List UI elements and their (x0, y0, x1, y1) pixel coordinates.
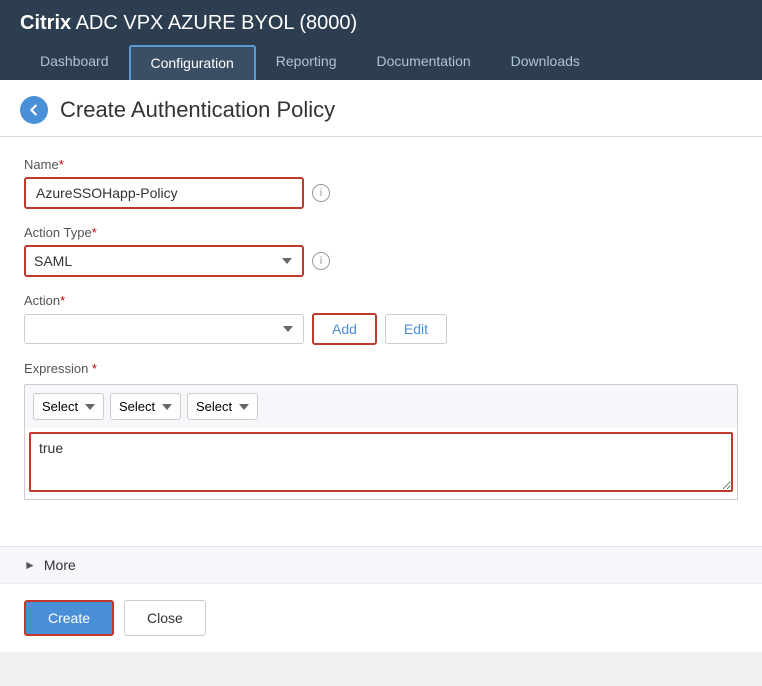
expr-select-1[interactable]: Select (33, 393, 104, 420)
more-label: More (44, 557, 76, 573)
nav-documentation[interactable]: Documentation (356, 45, 490, 80)
nav-dashboard[interactable]: Dashboard (20, 45, 129, 80)
action-type-info-icon: i (312, 252, 330, 270)
name-label: Name* (24, 157, 738, 172)
brand-name: Citrix (20, 12, 71, 34)
action-label: Action* (24, 293, 738, 308)
action-select[interactable] (24, 314, 304, 344)
action-type-group: Action Type* SAML i (24, 225, 738, 277)
action-type-select[interactable]: SAML (24, 245, 304, 277)
main-content: Create Authentication Policy Name* i Act… (0, 80, 762, 652)
create-button[interactable]: Create (24, 600, 114, 636)
nav-configuration[interactable]: Configuration (129, 45, 256, 80)
name-group: Name* i (24, 157, 738, 209)
more-section: ► More (0, 546, 762, 583)
more-triangle-icon: ► (24, 558, 36, 572)
expression-textarea[interactable]: true (29, 432, 733, 492)
nav-reporting[interactable]: Reporting (256, 45, 357, 80)
nav-downloads[interactable]: Downloads (491, 45, 600, 80)
expr-select-2[interactable]: Select (110, 393, 181, 420)
expression-label: Expression * (24, 361, 738, 376)
back-icon (27, 103, 41, 117)
edit-button[interactable]: Edit (385, 314, 447, 344)
action-group: Action* Add Edit (24, 293, 738, 345)
action-row: Add Edit (24, 313, 738, 345)
page-title: Create Authentication Policy (60, 97, 335, 123)
expression-textarea-wrap: true (24, 428, 738, 500)
expression-group: Expression * Select Select Select true (24, 361, 738, 500)
page-header: Create Authentication Policy (0, 80, 762, 137)
bottom-buttons: Create Close (0, 583, 762, 652)
app-subtitle: ADC VPX AZURE BYOL (8000) (76, 12, 358, 34)
header-title: Citrix ADC VPX AZURE BYOL (8000) (20, 12, 742, 45)
expression-selects: Select Select Select (24, 384, 738, 428)
add-button[interactable]: Add (312, 313, 377, 345)
name-input[interactable] (24, 177, 304, 209)
back-button[interactable] (20, 96, 48, 124)
more-toggle[interactable]: ► More (24, 557, 738, 573)
close-button[interactable]: Close (124, 600, 206, 636)
action-type-label: Action Type* (24, 225, 738, 240)
name-info-icon: i (312, 184, 330, 202)
main-nav: Dashboard Configuration Reporting Docume… (20, 45, 742, 80)
form-area: Name* i Action Type* SAML i Action* (0, 137, 762, 536)
expr-select-3[interactable]: Select (187, 393, 258, 420)
header: Citrix ADC VPX AZURE BYOL (8000) Dashboa… (0, 0, 762, 80)
